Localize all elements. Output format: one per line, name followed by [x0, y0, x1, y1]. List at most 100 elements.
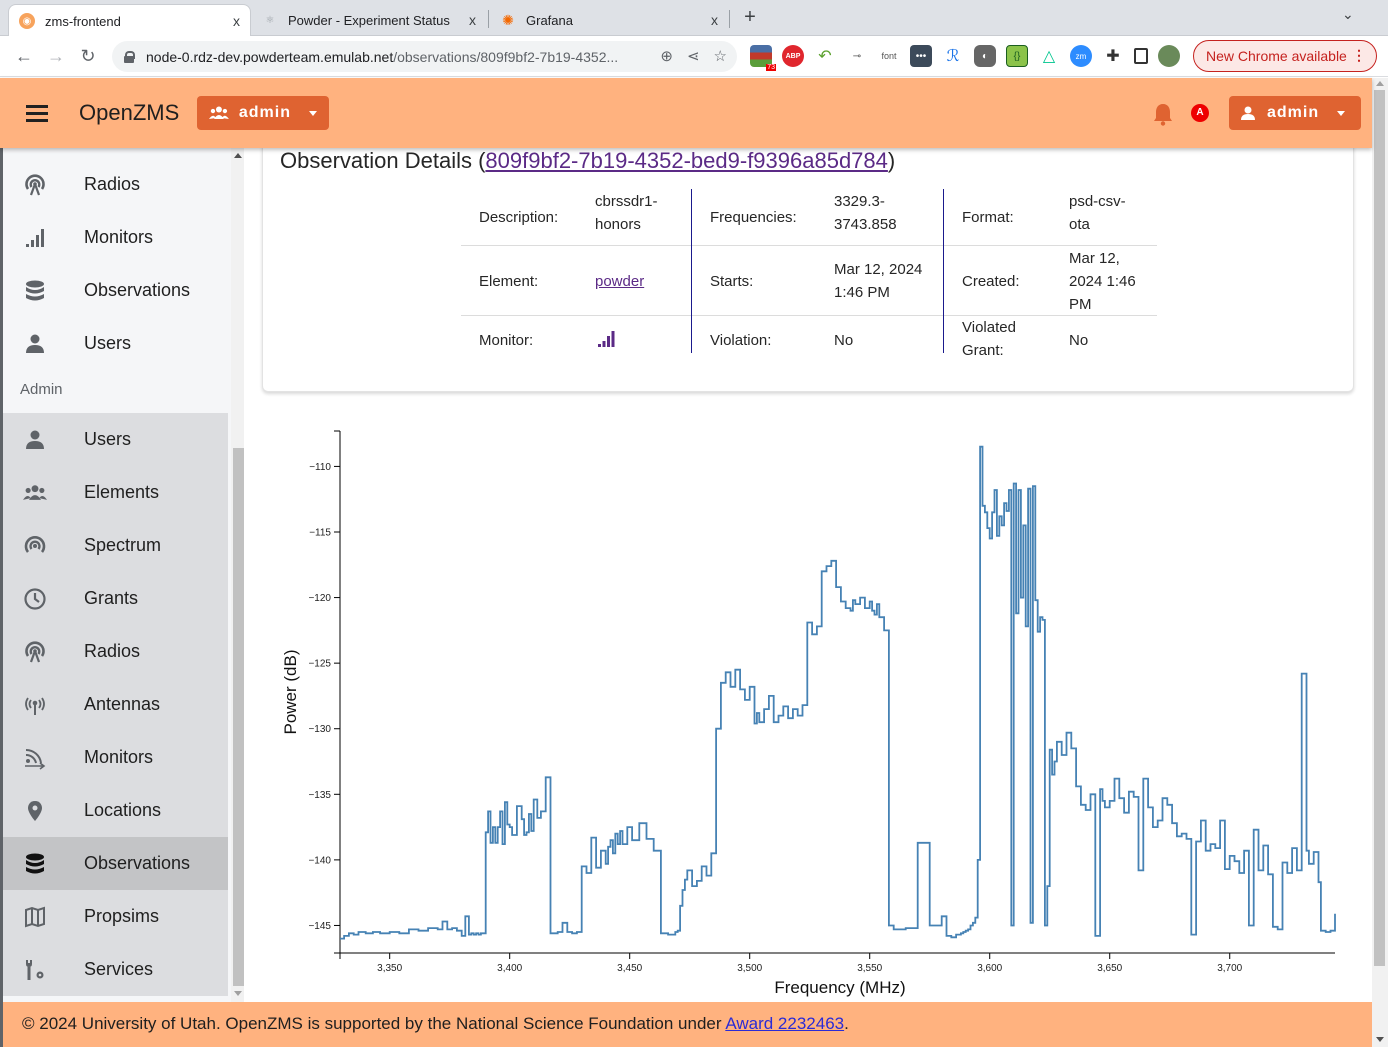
radio-tower-icon — [23, 173, 47, 197]
sidebar-item-elements[interactable]: Elements — [3, 466, 228, 519]
tab-close-icon[interactable]: x — [233, 13, 240, 29]
sidebar-item-label: Locations — [84, 800, 162, 820]
sidebar-scroll-thumb[interactable] — [233, 448, 244, 986]
x-tick-label: 3,400 — [497, 963, 522, 974]
sidebar-item-propsims[interactable]: Propsims — [3, 890, 228, 943]
puzzle-extensions-icon[interactable]: ✚ — [1102, 45, 1124, 67]
element-link[interactable]: powder — [595, 270, 644, 293]
y-axis: −110 −115 −120 −125 −130 −135 −140 −145 — [308, 430, 341, 953]
footer: © 2024 University of Utah. OpenZMS is su… — [0, 1002, 1372, 1047]
sidebar-item-services[interactable]: Services — [3, 943, 228, 996]
reload-icon[interactable]: ↻ — [76, 44, 100, 68]
page-scrollbar[interactable] — [1372, 78, 1388, 1047]
sidebar-item-users[interactable]: Users — [3, 317, 228, 370]
sidebar: Radios Monitors Observations Users Admin… — [0, 148, 244, 1002]
zoom-icon[interactable]: ⊕ — [660, 47, 673, 65]
starts-label: Starts: — [710, 273, 754, 290]
hamburger-menu-icon[interactable] — [26, 105, 48, 122]
observation-id-link[interactable]: 809f9bf2-7b19-4352-bed9-f9396a85d784 — [485, 148, 887, 173]
sidebar-item-label: Users — [84, 333, 132, 353]
scroll-up-arrow-icon[interactable] — [234, 153, 242, 158]
new-chrome-available-button[interactable]: New Chrome available ⋮ — [1193, 40, 1377, 72]
address-bar[interactable]: node-0.rdz-dev.powderteam.emulab.net/obs… — [112, 41, 737, 72]
page-title: Observation Details (809f9bf2-7b19-4352-… — [280, 148, 895, 174]
json-extension-icon[interactable]: {} — [1006, 45, 1028, 67]
new-tab-button[interactable]: + — [740, 6, 760, 29]
adblock-icon[interactable]: ABP — [782, 45, 804, 67]
kebab-menu-icon[interactable]: ⋮ — [1352, 47, 1366, 64]
scroll-down-arrow-icon[interactable] — [234, 991, 242, 996]
gray-extension-icon[interactable]: ◐ — [974, 45, 996, 67]
share-icon[interactable]: ⋖ — [687, 47, 700, 65]
back-arrow-icon[interactable]: ← — [12, 44, 36, 68]
format-line: ota — [1069, 216, 1090, 233]
observation-details-card: Observation Details (809f9bf2-7b19-4352-… — [262, 138, 1354, 392]
description-line: cbrssdr1- — [595, 193, 658, 210]
monitor-link[interactable] — [597, 330, 615, 348]
database-icon — [23, 279, 47, 303]
frequencies-line: 3743.858 — [834, 216, 897, 233]
nuxt-extension-icon[interactable]: △ — [1038, 45, 1060, 67]
sidebar-item-radios[interactable]: Radios — [3, 158, 228, 211]
sidebar-item-admin-users[interactable]: Users — [3, 413, 228, 466]
scroll-down-arrow-icon[interactable] — [1376, 1037, 1384, 1042]
forward-arrow-icon[interactable]: → — [44, 44, 68, 68]
sidebar-item-label: Observations — [84, 280, 191, 300]
browser-tab-grafana[interactable]: ✺ Grafana x — [490, 4, 728, 36]
signal-bars-icon — [23, 226, 47, 250]
sidebar-item-label: Antennas — [84, 694, 161, 714]
brand-title[interactable]: OpenZMS — [79, 100, 179, 126]
sidebar-item-admin-monitors[interactable]: Monitors — [3, 731, 228, 784]
bell-notification-icon[interactable] — [1152, 102, 1174, 126]
tab-close-icon[interactable]: x — [711, 12, 718, 28]
role-menu-button[interactable]: admin — [197, 96, 329, 130]
award-link[interactable]: Award 2232463 — [725, 1014, 844, 1033]
alert-avatar[interactable]: A — [1191, 104, 1209, 122]
sidebar-item-admin-observations[interactable]: Observations — [3, 837, 228, 890]
undo-arrow-icon[interactable]: ↶ — [814, 45, 836, 67]
sidebar-item-antennas[interactable]: Antennas — [3, 678, 228, 731]
sidebar-item-admin-radios[interactable]: Radios — [3, 625, 228, 678]
font-extension-icon[interactable]: font — [878, 45, 900, 67]
frequencies-label: Frequencies: — [710, 209, 797, 226]
bookmark-star-icon[interactable]: ☆ — [714, 47, 727, 65]
extension-badge-icon[interactable]: 73 — [750, 45, 776, 71]
description-line: honors — [595, 216, 641, 233]
browser-tabstrip: ◉ zms-frontend x ⚛ Powder - Experiment S… — [0, 0, 1388, 37]
side-panel-icon[interactable] — [1134, 48, 1148, 64]
role-menu-label: admin — [238, 104, 291, 121]
pin-icon[interactable]: ⊸ — [846, 45, 868, 67]
user-icon — [23, 428, 47, 452]
sidebar-item-monitors[interactable]: Monitors — [3, 211, 228, 264]
title-suffix: ) — [887, 148, 896, 173]
violation-value: No — [834, 332, 854, 349]
sidebar-item-observations[interactable]: Observations — [3, 264, 228, 317]
zms-favicon-icon: ◉ — [19, 13, 35, 29]
dots-extension-icon[interactable]: ••• — [910, 45, 932, 67]
created-line: Mar 12, — [1069, 250, 1120, 267]
caret-down-icon — [1337, 110, 1346, 116]
tab-separator — [488, 10, 489, 28]
sidebar-item-label: Radios — [84, 174, 141, 194]
details-row: Monitor: Violation: No Violated Grant: N… — [461, 316, 1157, 364]
tab-close-icon[interactable]: x — [469, 12, 476, 28]
sidebar-item-grants[interactable]: Grants — [3, 572, 228, 625]
sidebar-item-spectrum[interactable]: Spectrum — [3, 519, 228, 572]
sidebar-scrollbar[interactable] — [231, 148, 244, 1002]
scroll-up-arrow-icon[interactable] — [1376, 81, 1384, 86]
sidebar-item-label: Spectrum — [84, 535, 162, 555]
route-extension-icon[interactable]: ℛ — [942, 45, 964, 67]
browser-tab-zms-frontend[interactable]: ◉ zms-frontend x — [8, 4, 251, 37]
zoom-extension-icon[interactable]: zm — [1070, 45, 1092, 67]
user-menu-button[interactable]: admin — [1229, 96, 1361, 130]
created-value: Mar 12, 2024 1:46 PM — [1069, 247, 1136, 316]
caret-down-icon — [309, 110, 317, 116]
wrench-gear-icon — [23, 958, 47, 982]
tab-search-chevron-icon[interactable]: ⌄ — [1342, 6, 1354, 23]
browser-tab-powder-status[interactable]: ⚛ Powder - Experiment Status x — [252, 4, 486, 36]
violated-grant-value: No — [1069, 332, 1089, 349]
sidebar-item-locations[interactable]: Locations — [3, 784, 228, 837]
page-scroll-thumb[interactable] — [1374, 90, 1385, 966]
app-header: OpenZMS admin A admin — [0, 78, 1372, 148]
profile-avatar-icon[interactable] — [1158, 45, 1180, 67]
